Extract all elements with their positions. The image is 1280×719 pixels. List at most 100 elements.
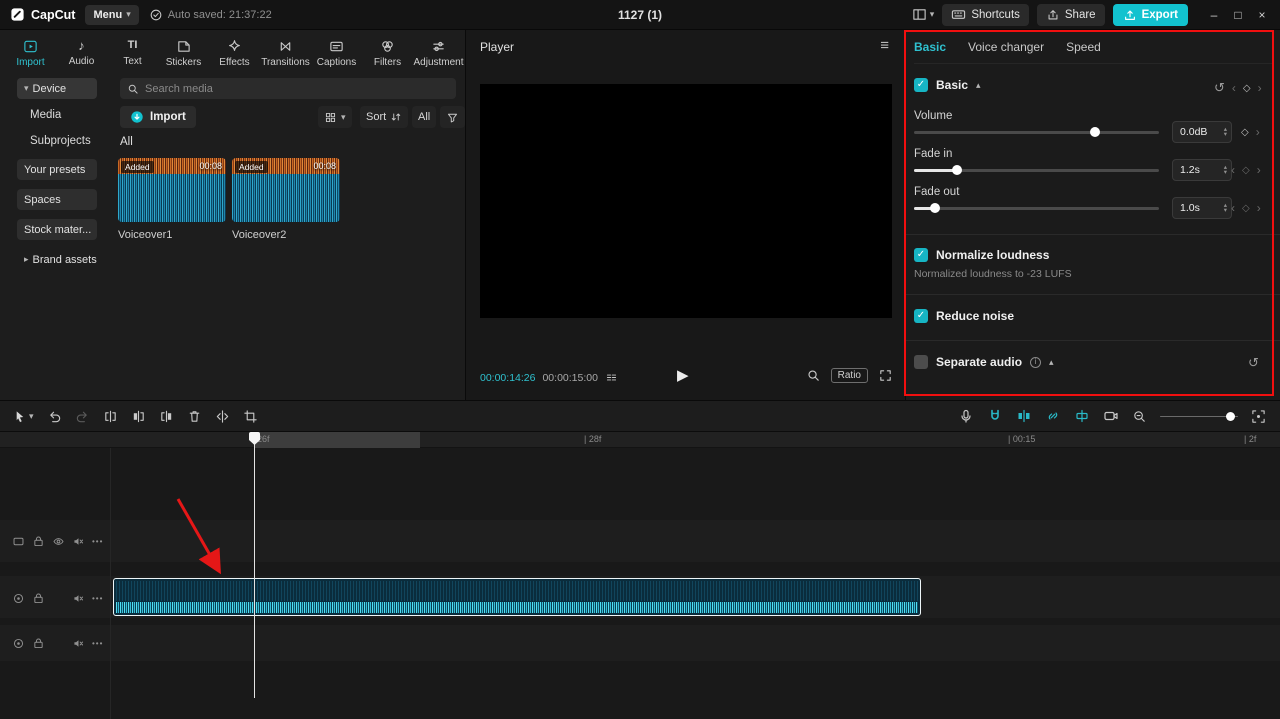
normalize-loudness-checkbox[interactable]: ✓ <box>914 248 928 262</box>
timeline-ruler[interactable]: 26f | 28f | 00:15 | 2f <box>0 432 1280 448</box>
reset-icon[interactable]: ↺ <box>1248 355 1259 371</box>
sidebar-item-subprojects[interactable]: Subprojects <box>30 135 91 147</box>
keyframe-next-icon[interactable]: › <box>1256 125 1260 139</box>
keyframe-diamond-icon[interactable]: ◇ <box>1242 203 1250 214</box>
basic-checkbox[interactable]: ✓ <box>914 78 928 92</box>
audio-track-icon[interactable] <box>12 637 25 650</box>
stepper-down-icon[interactable]: ▾ <box>1224 208 1227 214</box>
keyframe-diamond-icon[interactable]: ◇ <box>1241 127 1249 138</box>
volume-slider[interactable] <box>914 126 1159 138</box>
fade-out-value-box[interactable]: 1.0s ▴ ▾ <box>1172 197 1232 219</box>
volume-value-box[interactable]: 0.0dB ▴ ▾ <box>1172 121 1232 143</box>
tab-speed[interactable]: Speed <box>1066 40 1101 54</box>
crop-button[interactable] <box>243 409 258 424</box>
more-options-icon[interactable]: ••• <box>92 639 103 648</box>
record-voiceover-button[interactable] <box>958 408 974 424</box>
video-preview[interactable] <box>480 84 892 318</box>
keyframe-prev-icon[interactable]: ‹ <box>1232 81 1236 95</box>
tab-filters[interactable]: Filters <box>363 34 412 72</box>
value-stepper[interactable]: ▴ ▾ <box>1224 202 1227 214</box>
sidebar-item-brand-assets[interactable]: ▸ Brand assets <box>17 249 97 270</box>
lock-icon[interactable] <box>32 535 45 548</box>
play-button[interactable]: ▶ <box>677 366 689 384</box>
tab-audio[interactable]: ♪ Audio <box>57 34 106 72</box>
export-button[interactable]: Export <box>1112 3 1188 26</box>
audio-track-lane-2[interactable] <box>0 625 1280 661</box>
sidebar-item-device[interactable]: ▾ Device <box>17 78 97 99</box>
separate-audio-checkbox[interactable] <box>914 355 928 369</box>
import-media-button[interactable]: Import <box>120 106 196 128</box>
view-mode-dropdown[interactable]: ▾ <box>318 106 352 128</box>
media-item-voiceover2[interactable]: Added 00:08 Voiceover2 <box>232 158 340 241</box>
tab-basic[interactable]: Basic <box>914 40 946 54</box>
audio-track-icon[interactable] <box>12 592 25 605</box>
share-button[interactable]: Share <box>1036 3 1105 26</box>
delete-button[interactable] <box>187 409 202 424</box>
slider-knob[interactable] <box>1226 411 1235 421</box>
collapse-caret-icon[interactable]: ▴ <box>1049 357 1054 368</box>
timeline-zoom-slider[interactable] <box>1160 411 1238 421</box>
player-menu-button[interactable]: ≡ <box>880 37 889 54</box>
sidebar-item-stock-materials[interactable]: Stock mater... <box>17 219 97 240</box>
lock-icon[interactable] <box>32 637 45 650</box>
filter-all-dropdown[interactable]: All <box>412 106 437 128</box>
sidebar-item-spaces[interactable]: Spaces <box>17 189 97 210</box>
playhead-line[interactable] <box>254 432 255 698</box>
keyframe-next-icon[interactable]: › <box>1257 163 1261 177</box>
select-tool-button[interactable]: ▾ <box>12 409 34 424</box>
value-stepper[interactable]: ▴ ▾ <box>1224 126 1227 138</box>
eye-icon[interactable] <box>52 535 65 548</box>
filter-button[interactable] <box>440 106 465 128</box>
mute-speaker-icon[interactable] <box>72 637 85 650</box>
video-track-icon[interactable] <box>12 535 25 548</box>
keyframe-next-icon[interactable]: › <box>1257 201 1261 215</box>
zoom-out-button[interactable] <box>1132 409 1147 424</box>
stepper-down-icon[interactable]: ▾ <box>1224 170 1227 176</box>
tab-captions[interactable]: Captions <box>312 34 361 72</box>
preview-axis-toggle-button[interactable] <box>1074 408 1090 424</box>
tab-effects[interactable]: Effects <box>210 34 259 72</box>
snapping-toggle-button[interactable] <box>1016 408 1032 424</box>
keyframe-diamond-icon[interactable]: ◇ <box>1243 83 1251 94</box>
mirror-button[interactable] <box>215 409 230 424</box>
preview-quality-icon[interactable] <box>806 368 821 383</box>
redo-button[interactable] <box>75 409 90 424</box>
fade-out-slider[interactable] <box>914 202 1159 214</box>
mute-speaker-icon[interactable] <box>72 592 85 605</box>
slider-knob[interactable] <box>1090 127 1100 137</box>
minimize-button[interactable]: – <box>1202 4 1226 26</box>
ratio-button[interactable]: Ratio <box>830 368 868 383</box>
layout-switch-button[interactable]: ▾ <box>912 7 934 22</box>
lock-icon[interactable] <box>32 592 45 605</box>
tab-text[interactable]: TI Text <box>108 34 157 72</box>
sort-button[interactable]: Sort <box>360 106 409 128</box>
tab-voice-changer[interactable]: Voice changer <box>968 40 1044 54</box>
fade-in-slider[interactable] <box>914 164 1159 176</box>
more-options-icon[interactable]: ••• <box>92 594 103 603</box>
tab-import[interactable]: Import <box>6 34 55 72</box>
shortcuts-button[interactable]: Shortcuts <box>942 3 1029 26</box>
fullscreen-icon[interactable] <box>878 368 893 383</box>
menu-button[interactable]: Menu ▾ <box>85 4 139 25</box>
screen-record-button[interactable] <box>1103 408 1119 424</box>
more-options-icon[interactable]: ••• <box>92 537 103 546</box>
tab-transitions[interactable]: Transitions <box>261 34 310 72</box>
sidebar-item-your-presets[interactable]: Your presets <box>17 159 97 180</box>
maximize-button[interactable]: □ <box>1226 4 1250 26</box>
reduce-noise-checkbox[interactable]: ✓ <box>914 309 928 323</box>
keyframe-diamond-icon[interactable]: ◇ <box>1242 165 1250 176</box>
tab-adjustment[interactable]: Adjustment <box>413 34 464 72</box>
split-button[interactable] <box>103 409 118 424</box>
slider-knob[interactable] <box>930 203 940 213</box>
value-stepper[interactable]: ▴ ▾ <box>1224 164 1227 176</box>
mute-speaker-icon[interactable] <box>72 535 85 548</box>
close-button[interactable]: × <box>1250 4 1274 26</box>
media-item-voiceover1[interactable]: Added 00:08 Voiceover1 <box>118 158 226 241</box>
video-track-lane[interactable] <box>0 520 1280 562</box>
reset-icon[interactable]: ↺ <box>1214 80 1225 96</box>
audio-clip-selected[interactable] <box>113 578 921 616</box>
stepper-down-icon[interactable]: ▾ <box>1224 132 1227 138</box>
magnet-toggle-button[interactable] <box>987 408 1003 424</box>
link-clips-toggle-button[interactable] <box>1045 408 1061 424</box>
info-icon[interactable]: i <box>1030 356 1042 368</box>
